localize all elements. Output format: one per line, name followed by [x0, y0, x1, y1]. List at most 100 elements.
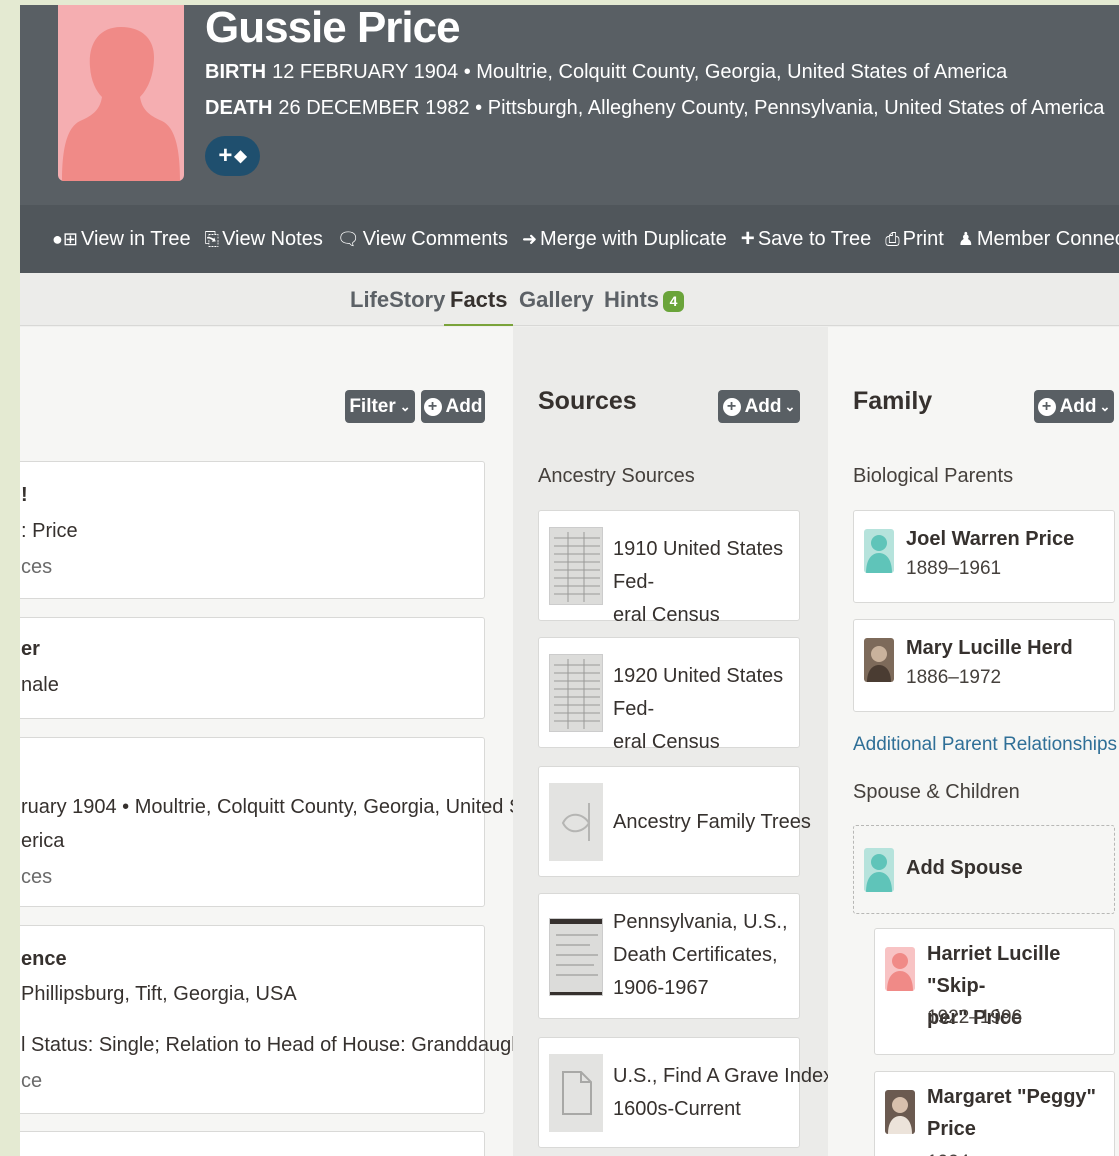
add-family-button[interactable]: + Add ⌄ — [1034, 390, 1114, 423]
person-name: Gussie Price — [205, 5, 461, 52]
blank-document-icon — [549, 1054, 603, 1132]
save-to-tree-label: Save to Tree — [757, 227, 872, 250]
source-title-line: eral Census — [613, 604, 720, 626]
source-title-line: 1910 United States Fed- — [613, 538, 784, 593]
clipboard-icon: ⎘ — [204, 228, 220, 249]
fact-card-birth[interactable]: ruary 1904 • Moultrie, Colquitt County, … — [20, 737, 566, 907]
fact-title: ence — [21, 948, 67, 970]
tab-hints[interactable]: Hints 4 — [604, 287, 684, 313]
source-title-line: 1600s-Current — [613, 1098, 741, 1120]
view-comments-label: View Comments — [362, 227, 508, 250]
view-notes-label: View Notes — [222, 227, 323, 250]
fact-card-gender[interactable]: er nale — [20, 617, 485, 719]
child-dates: 1924 — [927, 1152, 969, 1156]
source-card[interactable]: Pennsylvania, U.S., Death Certificates, 19… — [538, 893, 800, 1019]
chevron-down-icon: ⌄ — [1099, 398, 1111, 414]
fact-value: nale — [21, 674, 59, 696]
additional-parent-relationships-link[interactable]: Additional Parent Relationships⌄ — [853, 734, 1119, 756]
person-page: Gussie Price BIRTH 12 FEBRUARY 1904 • Mou… — [20, 5, 1119, 1156]
people-icon: ♟ — [957, 228, 974, 249]
person-header: Gussie Price BIRTH 12 FEBRUARY 1904 • Mou… — [20, 5, 1119, 205]
source-card[interactable]: 1910 United States Fed-eral Census — [538, 510, 800, 626]
child-dates: 1922–1996 — [927, 1007, 1023, 1028]
view-notes-button[interactable]: ⎘ View Notes — [205, 228, 323, 251]
female-silhouette-icon — [62, 27, 180, 181]
add-fact-button[interactable]: + Add — [421, 390, 485, 423]
merge-label: Merge with Duplicate — [540, 227, 727, 250]
fact-sources: ce — [21, 1070, 43, 1092]
view-in-tree-button[interactable]: ●⊞ View in Tree — [52, 228, 191, 251]
birth-text: 12 FEBRUARY 1904 • Moultrie, Colquitt Co… — [272, 61, 1008, 83]
census-document-icon — [549, 527, 603, 605]
source-card[interactable]: Ancestry Family Trees — [538, 766, 811, 877]
plus-circle-icon: + — [722, 397, 741, 416]
member-connect-button[interactable]: ♟ Member Connect — [958, 228, 1119, 251]
source-title-line: 1920 United States Fed- — [613, 665, 784, 720]
source-card[interactable]: 1920 United States Fed-eral Census — [538, 637, 800, 753]
chevron-down-icon: ⌄ — [784, 398, 796, 414]
add-tag-plus: + — [218, 142, 233, 169]
fact-sources: ces — [21, 556, 53, 578]
person-silhouette-icon — [866, 854, 892, 892]
parent-name: Joel Warren Price — [906, 528, 1075, 550]
action-toolbar: ●⊞ View in Tree ⎘ View Notes 🗨 View Comment… — [20, 205, 1119, 273]
fact-card-partial[interactable]: ence — [20, 1131, 485, 1156]
parent-card-mother[interactable]: Mary Lucille Herd 1886–1972 — [853, 619, 1115, 712]
tab-lifestory[interactable]: LifeStory — [350, 287, 445, 313]
parent-dates: 1886–1972 — [906, 667, 1002, 688]
fact-card-residence[interactable]: ence Phillipsburg, Tift, Georgia, USA l … — [20, 925, 546, 1114]
death-text: 26 DECEMBER 1982 • Pittsburgh, Allegheny… — [278, 97, 1105, 119]
child-photo — [885, 1090, 915, 1134]
tree-icon: ●⊞ — [52, 228, 78, 249]
source-title-line: Death Certificates, — [613, 944, 778, 966]
fact-card-name[interactable]: ! : Price ces — [20, 461, 485, 599]
child-card[interactable]: Harriet Lucille "Skip-per" Price 1922–19… — [874, 928, 1115, 1055]
fact-title: er — [21, 638, 40, 660]
source-title-line: eral Census — [613, 731, 720, 753]
child-name: Margaret "Peggy" Price — [927, 1081, 1096, 1145]
facts-column: Filter ⌄ + Add ! : Price ces er nale ruary… — [20, 327, 566, 1156]
family-title: Family — [853, 387, 933, 415]
person-silhouette-icon — [866, 535, 892, 573]
page-tabs: LifeStory Facts Gallery Hints 4 — [20, 273, 1119, 326]
save-to-tree-button[interactable]: + Save to Tree — [741, 225, 871, 253]
document-lines-icon — [554, 532, 600, 602]
source-title: 1920 United States Fed-eral Census — [613, 660, 798, 759]
spouse-children-heading: Spouse & Children — [853, 781, 1020, 803]
female-avatar[interactable] — [58, 5, 184, 181]
source-title-line: 1906-1967 — [613, 977, 709, 999]
additional-parents-label: Additional Parent Relationships — [853, 734, 1118, 755]
female-avatar-icon — [885, 947, 915, 991]
fact-value: Phillipsburg, Tift, Georgia, USA — [21, 983, 297, 1005]
child-card[interactable]: Margaret "Peggy" Price 1924 — [874, 1071, 1115, 1156]
sources-column: Sources + Add ⌄ Ancestry Sources 1910 Unit… — [513, 327, 839, 1156]
add-source-button[interactable]: + Add ⌄ — [718, 390, 800, 423]
birth-label: BIRTH — [205, 61, 267, 83]
tag-icon: ◆ — [234, 148, 247, 165]
fact-value: : Price — [21, 520, 78, 542]
add-tag-button[interactable]: + ◆ — [205, 136, 260, 176]
source-title: Ancestry Family Trees — [613, 811, 811, 833]
merge-icon: ➜ — [521, 228, 538, 249]
fact-title: ! — [21, 484, 28, 506]
birth-event: BIRTH 12 FEBRUARY 1904 • Moultrie, Colqui… — [205, 61, 1007, 84]
filter-button[interactable]: Filter ⌄ — [345, 390, 415, 423]
printer-icon: ⎙ — [885, 228, 900, 249]
person-silhouette-icon — [887, 953, 913, 991]
tab-facts[interactable]: Facts — [443, 287, 515, 326]
male-avatar-icon — [864, 529, 894, 573]
comment-icon: 🗨 — [336, 228, 360, 249]
source-title-line: Pennsylvania, U.S., — [613, 911, 788, 933]
print-button[interactable]: ⎙ Print — [885, 228, 944, 251]
add-spouse-card[interactable]: Add Spouse — [853, 825, 1115, 914]
merge-duplicate-button[interactable]: ➜ Merge with Duplicate — [522, 228, 727, 251]
child-name-line: Harriet Lucille "Skip- — [927, 943, 1061, 997]
family-tree-leaf-icon — [549, 783, 603, 861]
parent-card-father[interactable]: Joel Warren Price 1889–1961 — [853, 510, 1115, 603]
child-name-line: Margaret "Peggy" — [927, 1086, 1097, 1108]
tab-gallery[interactable]: Gallery — [519, 287, 594, 313]
source-card[interactable]: U.S., Find A Grave Index, 1600s-Current — [538, 1037, 839, 1148]
source-title: 1910 United States Fed-eral Census — [613, 533, 798, 632]
view-comments-button[interactable]: 🗨 View Comments — [337, 228, 508, 251]
fact-value-cont: erica — [21, 830, 65, 852]
